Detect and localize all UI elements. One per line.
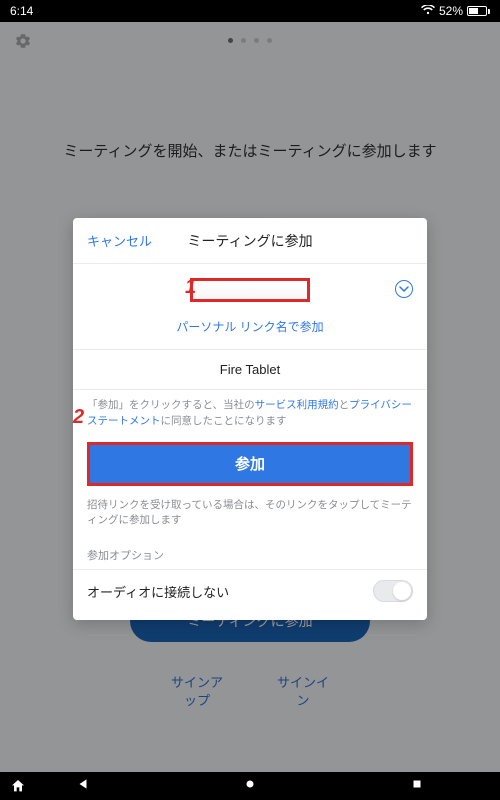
personal-link-name[interactable]: パーソナル リンク名で参加 (73, 312, 427, 349)
audio-toggle[interactable] (373, 580, 413, 602)
join-options-label: 参加オプション (73, 547, 427, 569)
join-meeting-modal: キャンセル ミーティングに参加 パーソナル リンク名で参加 Fire Table… (73, 218, 427, 620)
chevron-down-icon[interactable] (395, 280, 413, 298)
back-button[interactable] (76, 777, 90, 796)
home-button[interactable] (243, 777, 257, 796)
meeting-id-input[interactable] (190, 278, 310, 302)
join-button[interactable]: 参加 (90, 445, 410, 483)
wifi-icon (421, 4, 435, 18)
device-name-field[interactable]: Fire Tablet (73, 350, 427, 389)
annotation-2: 2 (73, 407, 84, 427)
consent-text: 「参加」をクリックすると、当社のサービス利用規約とプライバシー ステートメントに… (73, 390, 427, 442)
battery-icon (467, 6, 490, 16)
annotation-1: 1 (185, 277, 196, 297)
modal-overlay: キャンセル ミーティングに参加 パーソナル リンク名で参加 Fire Table… (0, 22, 500, 772)
cancel-button[interactable]: キャンセル (87, 231, 152, 250)
home-icon[interactable] (10, 778, 26, 794)
recents-button[interactable] (410, 777, 424, 796)
android-navbar (0, 772, 500, 800)
status-time: 6:14 (10, 4, 33, 18)
invite-link-note: 招待リンクを受け取っている場合は、そのリンクをタップしてミーティングに参加します (73, 494, 427, 548)
tos-link[interactable]: サービス利用規約 (255, 399, 339, 411)
battery-pct: 52% (439, 4, 463, 18)
modal-title: ミーティングに参加 (187, 231, 312, 251)
audio-toggle-label: オーディオに接続しない (87, 582, 229, 601)
status-bar: 6:14 52% (0, 0, 500, 22)
